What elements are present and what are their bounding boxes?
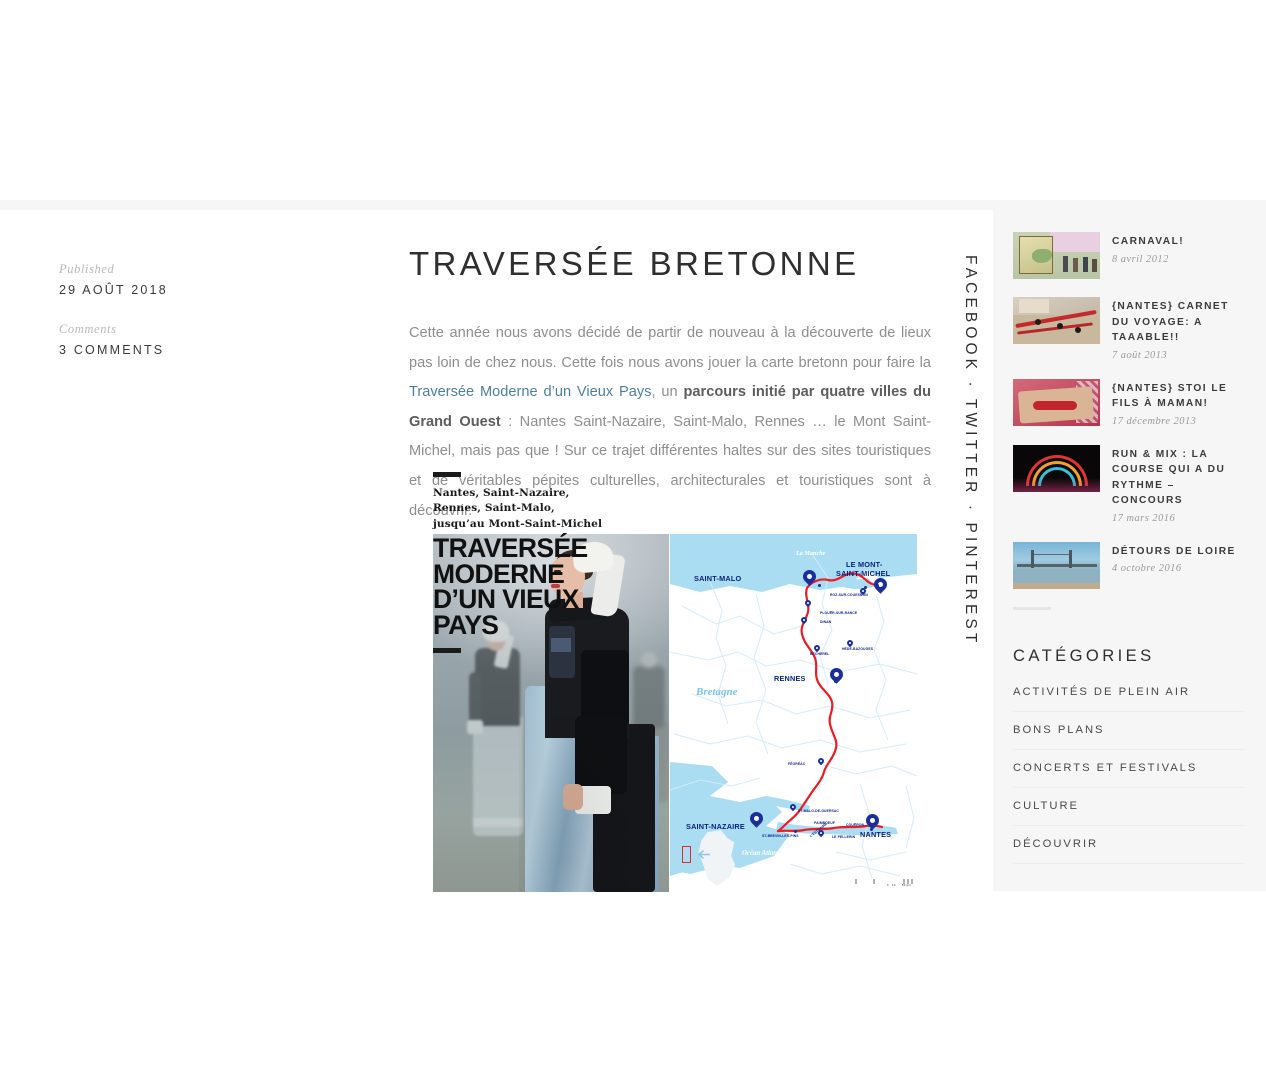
map-dot-3: [876, 584, 879, 587]
scale-label-50km: 50 km: [901, 883, 911, 887]
map-dot-4: [834, 680, 837, 683]
header-divider: [0, 200, 1266, 210]
list-item[interactable]: {NANTES} STOI LE FILS À MAMAN! 17 décemb…: [1013, 378, 1245, 427]
post-meta: Published 29 AOÛT 2018 Comments 3 COMMEN…: [59, 262, 359, 382]
inset-highlight-box: [682, 846, 691, 863]
poster-subtitle-line-3: jusqu’au Mont-Saint-Michel: [433, 517, 603, 530]
post-title[interactable]: {NANTES} STOI LE FILS À MAMAN!: [1112, 381, 1245, 412]
city-label-rennes: RENNES: [774, 674, 806, 683]
poster-heading-block: Nantes, Saint-Nazaire, Rennes, Saint-Mal…: [433, 472, 733, 654]
map-dot-5: [794, 830, 797, 833]
page-content: Published 29 AOÛT 2018 Comments 3 COMMEN…: [0, 210, 1266, 892]
categories-heading: CATÉGORIES: [1013, 645, 1155, 665]
stop-label-dinan: DINAN: [820, 620, 832, 624]
stop-label-becherel: BÉCHEREL: [810, 652, 830, 656]
sidebar-item-decouvrir[interactable]: DÉCOUVRIR: [1013, 826, 1245, 864]
map-dot-6: [870, 828, 873, 831]
stop-label-le-pellerin: LE PELLERIN: [832, 835, 856, 839]
sidebar: CARNAVAL! 8 avril 2012 {NANTES} CARNET D…: [993, 210, 1266, 891]
sidebar-item-bons-plans[interactable]: BONS PLANS: [1013, 712, 1245, 750]
article-figure: Nantes, Saint-Nazaire, Rennes, Saint-Mal…: [433, 472, 917, 892]
post-title[interactable]: RUN & MIX : LA COURSE QUI A DU RYTHME – …: [1112, 447, 1245, 509]
poster-title-line-1: TRAVERSÉE: [433, 533, 588, 564]
post-date: 17 décembre 2013: [1112, 415, 1197, 427]
region-label-bretagne: Bretagne: [696, 686, 738, 698]
social-share-rail[interactable]: FACEBOOK · TWITTER · PINTEREST: [955, 255, 985, 675]
post-thumbnail[interactable]: [1013, 232, 1100, 279]
map-dot-1: [818, 584, 821, 587]
list-item[interactable]: RUN & MIX : LA COURSE QUI A DU RYTHME – …: [1013, 444, 1245, 524]
published-label: Published: [59, 262, 115, 276]
poster-title-line-3: D’UN VIEUX: [433, 584, 579, 615]
site-header-blank: [0, 0, 1266, 200]
poster-subtitle-line-2: Rennes, Saint-Malo,: [433, 502, 555, 515]
city-label-le-mont: LE MONT-: [846, 560, 883, 569]
page-title: TRAVERSÉE BRETONNE: [409, 245, 860, 282]
list-item[interactable]: CARNAVAL! 8 avril 2012: [1013, 232, 1245, 279]
stop-label-st-malo-de-guersac: ST-MALO-DE-GUERSAC: [798, 809, 839, 813]
sea-label-la-manche: La Manche: [796, 550, 826, 557]
sea-label-ocean-atlantique: Océan Atlantique: [742, 850, 792, 857]
poster-rule-bottom: [433, 648, 461, 654]
stop-label-coueron: COUËRON: [846, 823, 865, 827]
post-thumbnail[interactable]: [1013, 378, 1100, 426]
stop-label-plouer-sur-rance: PLOUËR-SUR-RANCE: [820, 611, 858, 615]
stop-label-hede-bazouges: HÉDÉ-BAZOUGES: [842, 647, 874, 651]
post-title[interactable]: CARNAVAL!: [1112, 234, 1184, 250]
post-thumbnail[interactable]: [1013, 444, 1100, 492]
post-thumbnail[interactable]: [1013, 541, 1100, 589]
map-dot-2: [864, 586, 867, 589]
section-divider: [1013, 606, 1051, 610]
post-thumbnail[interactable]: [1013, 297, 1100, 344]
poster-subtitle: Nantes, Saint-Nazaire, Rennes, Saint-Mal…: [433, 486, 733, 532]
published-date: 29 AOÛT 2018: [59, 283, 168, 297]
list-item[interactable]: {NANTES} CARNET DU VOYAGE: A TAAABLE!! 7…: [1013, 297, 1245, 361]
scale-label-10: 10: [891, 883, 896, 887]
post-date: 17 mars 2016: [1112, 512, 1176, 524]
city-label-saint-michel: SAINT-MICHEL: [836, 569, 891, 578]
list-item[interactable]: DÉTOURS DE LOIRE 4 octobre 2016: [1013, 541, 1245, 589]
stop-label-fegreac: FÉGRÉAC: [788, 762, 806, 766]
post-title[interactable]: {NANTES} CARNET DU VOYAGE: A TAAABLE!!: [1112, 299, 1245, 346]
comments-count-link[interactable]: 3 COMMENTS: [59, 343, 359, 357]
recent-posts-list: CARNAVAL! 8 avril 2012 {NANTES} CARNET D…: [1013, 232, 1245, 589]
social-share-label[interactable]: FACEBOOK · TWITTER · PINTEREST: [961, 255, 979, 646]
map-scale-labels: 0 10 50 km: [887, 883, 911, 887]
categories-list: ACTIVITÉS DE PLEIN AIR BONS PLANS CONCER…: [1013, 686, 1245, 864]
post-date: 4 octobre 2016: [1112, 563, 1182, 574]
post-title[interactable]: DÉTOURS DE LOIRE: [1112, 544, 1236, 560]
poster-subtitle-line-1: Nantes, Saint-Nazaire,: [433, 487, 570, 499]
main-column: Published 29 AOÛT 2018 Comments 3 COMMEN…: [0, 210, 993, 892]
stop-label-st-brevin-les-pins: ST-BREVIN-LES-PINS: [762, 834, 799, 838]
post-date: 8 avril 2012: [1112, 253, 1169, 265]
post-date: 7 août 2013: [1112, 349, 1168, 361]
sidebar-item-concerts-et-festivals[interactable]: CONCERTS ET FESTIVALS: [1013, 750, 1245, 788]
traversee-moderne-link[interactable]: Traversée Moderne d’un Vieux Pays: [409, 384, 651, 400]
france-inset-map: [678, 830, 736, 886]
scale-label-0: 0: [886, 883, 889, 887]
inset-arrow-icon: [698, 850, 710, 859]
sidebar-item-culture[interactable]: CULTURE: [1013, 788, 1245, 826]
poster-title: TRAVERSÉE MODERNE D’UN VIEUX PAYS: [433, 533, 588, 640]
poster-title-line-4: PAYS: [433, 609, 499, 640]
city-label-nantes: NANTES: [860, 830, 892, 839]
poster-rule-top: [433, 472, 461, 477]
body-text-2: , un: [651, 384, 684, 401]
comments-label: Comments: [59, 322, 117, 336]
body-text-1: Cette année nous avons décidé de partir …: [409, 324, 931, 371]
sidebar-item-activites-de-plein-air[interactable]: ACTIVITÉS DE PLEIN AIR: [1013, 686, 1245, 712]
